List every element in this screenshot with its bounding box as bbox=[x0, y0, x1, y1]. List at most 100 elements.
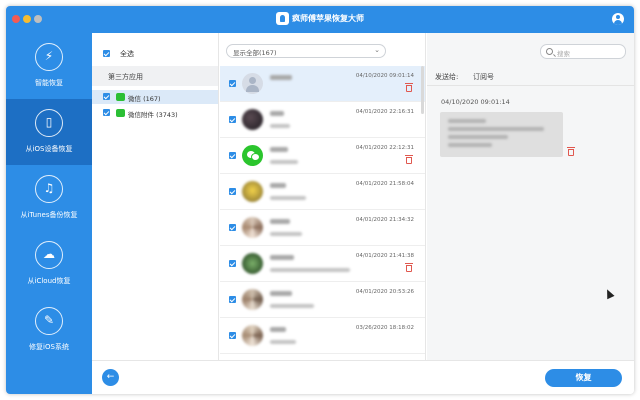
message-checkbox[interactable] bbox=[229, 152, 236, 159]
category-panel: 全选 第三方应用 微信 (167) 微信附件 (3743) bbox=[92, 33, 219, 360]
blurred-message-preview bbox=[270, 196, 306, 200]
message-row[interactable]: 04/01/2020 21:58:04 bbox=[220, 174, 425, 210]
message-date: 04/01/2020 20:53:26 bbox=[355, 289, 414, 295]
blurred-contact-name bbox=[270, 219, 290, 224]
sidebar-item-repair-ios[interactable]: ✎ 修复iOS系统 bbox=[6, 297, 92, 363]
message-date: 04/01/2020 22:16:31 bbox=[355, 109, 414, 115]
blurred-message-preview bbox=[270, 124, 290, 128]
footer-bar: ← 恢复 bbox=[92, 360, 634, 394]
wechat-icon bbox=[116, 109, 125, 117]
trash-icon[interactable] bbox=[405, 83, 413, 92]
trash-icon[interactable] bbox=[567, 147, 575, 156]
message-checkbox[interactable] bbox=[229, 260, 236, 267]
wechat-avatar bbox=[242, 145, 263, 166]
category-checkbox[interactable] bbox=[103, 109, 110, 116]
blurred-contact-name bbox=[270, 75, 292, 80]
app-logo-icon bbox=[276, 12, 289, 25]
avatar bbox=[242, 181, 263, 202]
avatar bbox=[242, 217, 263, 238]
music-note-icon: ♫ bbox=[35, 175, 63, 203]
message-checkbox[interactable] bbox=[229, 116, 236, 123]
message-detail-panel: 搜索 发送给: 订阅号 04/10/2020 09:01:14 bbox=[427, 33, 634, 360]
trash-icon[interactable] bbox=[405, 155, 413, 164]
recover-button[interactable]: 恢复 bbox=[545, 369, 622, 387]
blurred-contact-name bbox=[270, 255, 294, 260]
cloud-icon: ☁ bbox=[35, 241, 63, 269]
blurred-contact-name bbox=[270, 183, 286, 188]
message-row[interactable]: 04/01/2020 22:16:31 bbox=[220, 102, 425, 138]
message-checkbox[interactable] bbox=[229, 332, 236, 339]
select-all-checkbox[interactable] bbox=[103, 50, 110, 57]
sidebar-item-smart-recovery[interactable]: ⚡ 智能恢复 bbox=[6, 33, 92, 99]
chevron-down-icon: ⌄ bbox=[374, 46, 380, 54]
message-date: 04/10/2020 09:01:14 bbox=[355, 73, 414, 79]
sidebar-item-icloud[interactable]: ☁ 从iCloud恢复 bbox=[6, 231, 92, 297]
lightning-icon: ⚡ bbox=[35, 43, 63, 71]
user-account-icon[interactable] bbox=[612, 13, 624, 25]
title-bar: 疯师傅苹果恢复大师 bbox=[6, 6, 634, 33]
avatar bbox=[242, 325, 263, 346]
message-checkbox[interactable] bbox=[229, 80, 236, 87]
blurred-message-preview bbox=[270, 304, 314, 308]
message-checkbox[interactable] bbox=[229, 224, 236, 231]
sidebar: ⚡ 智能恢复 ▯ 从iOS设备恢复 ♫ 从iTunes备份恢复 ☁ 从iClou… bbox=[6, 33, 92, 394]
window-title: 疯师傅苹果恢复大师 bbox=[6, 12, 634, 25]
message-list-panel: 显示全部(167) ⌄ 04/10/2020 09:01:14 04/01/20… bbox=[220, 33, 426, 360]
wechat-icon bbox=[116, 93, 125, 101]
detail-header: 发送给: 订阅号 bbox=[427, 66, 634, 86]
message-bubble bbox=[440, 112, 563, 157]
message-checkbox[interactable] bbox=[229, 188, 236, 195]
category-item-wechat[interactable]: 微信 (167) bbox=[92, 90, 218, 104]
avatar bbox=[242, 109, 263, 130]
category-section-header: 第三方应用 bbox=[92, 66, 218, 86]
window-title-text: 疯师傅苹果恢复大师 bbox=[292, 14, 364, 23]
app-window: 疯师傅苹果恢复大师 ⚡ 智能恢复 ▯ 从iOS设备恢复 ♫ 从iTunes备份恢… bbox=[6, 6, 634, 394]
message-row[interactable]: 04/01/2020 21:41:38 bbox=[220, 246, 425, 282]
category-label: 微信附件 (3743) bbox=[128, 111, 178, 119]
category-item-wechat-attachments[interactable]: 微信附件 (3743) bbox=[92, 106, 218, 120]
message-date: 03/26/2020 18:18:02 bbox=[355, 325, 414, 331]
blurred-message-preview bbox=[270, 160, 298, 164]
sidebar-item-label: 从iTunes备份恢复 bbox=[20, 211, 78, 219]
select-all-label: 全选 bbox=[120, 50, 134, 58]
category-label: 微信 (167) bbox=[128, 95, 161, 103]
blurred-message-preview bbox=[270, 340, 296, 344]
category-checkbox[interactable] bbox=[103, 93, 110, 100]
blurred-contact-name bbox=[270, 291, 292, 296]
trash-icon[interactable] bbox=[405, 263, 413, 272]
message-date: 04/01/2020 21:58:04 bbox=[355, 181, 414, 187]
message-row[interactable]: 04/10/2020 09:01:14 bbox=[220, 66, 425, 102]
list-scrollbar[interactable] bbox=[421, 66, 424, 114]
avatar bbox=[242, 73, 263, 94]
search-input[interactable]: 搜索 bbox=[540, 44, 626, 59]
sidebar-item-label: 修复iOS系统 bbox=[29, 343, 69, 351]
sender-value: 订阅号 bbox=[473, 73, 494, 81]
sidebar-item-label: 智能恢复 bbox=[35, 79, 63, 87]
message-row[interactable]: 04/01/2020 21:34:32 bbox=[220, 210, 425, 246]
message-date: 04/01/2020 21:34:32 bbox=[355, 217, 414, 223]
message-row[interactable]: 03/26/2020 18:18:02 bbox=[220, 318, 425, 354]
blurred-message-preview bbox=[270, 268, 350, 272]
wrench-icon: ✎ bbox=[35, 307, 63, 335]
blurred-contact-name bbox=[270, 111, 284, 116]
sender-label: 发送给: bbox=[435, 73, 459, 81]
sidebar-item-itunes-backup[interactable]: ♫ 从iTunes备份恢复 bbox=[6, 165, 92, 231]
blurred-contact-name bbox=[270, 147, 288, 152]
sidebar-item-ios-device[interactable]: ▯ 从iOS设备恢复 bbox=[6, 99, 92, 165]
blurred-message-preview bbox=[270, 232, 302, 236]
search-placeholder: 搜索 bbox=[557, 50, 570, 58]
message-date: 04/01/2020 21:41:38 bbox=[355, 253, 414, 259]
filter-dropdown[interactable]: 显示全部(167) ⌄ bbox=[226, 44, 386, 58]
back-button[interactable]: ← bbox=[102, 369, 119, 386]
search-icon bbox=[546, 48, 553, 55]
message-row[interactable]: 04/01/2020 20:53:26 bbox=[220, 282, 425, 318]
avatar bbox=[242, 253, 263, 274]
message-date: 04/01/2020 22:12:31 bbox=[355, 145, 414, 151]
filter-dropdown-value: 显示全部(167) bbox=[233, 49, 277, 57]
avatar bbox=[242, 289, 263, 310]
message-checkbox[interactable] bbox=[229, 296, 236, 303]
phone-icon: ▯ bbox=[35, 109, 63, 137]
sidebar-item-label: 从iOS设备恢复 bbox=[25, 145, 73, 153]
sidebar-item-label: 从iCloud恢复 bbox=[27, 277, 71, 285]
message-row[interactable]: 04/01/2020 22:12:31 bbox=[220, 138, 425, 174]
